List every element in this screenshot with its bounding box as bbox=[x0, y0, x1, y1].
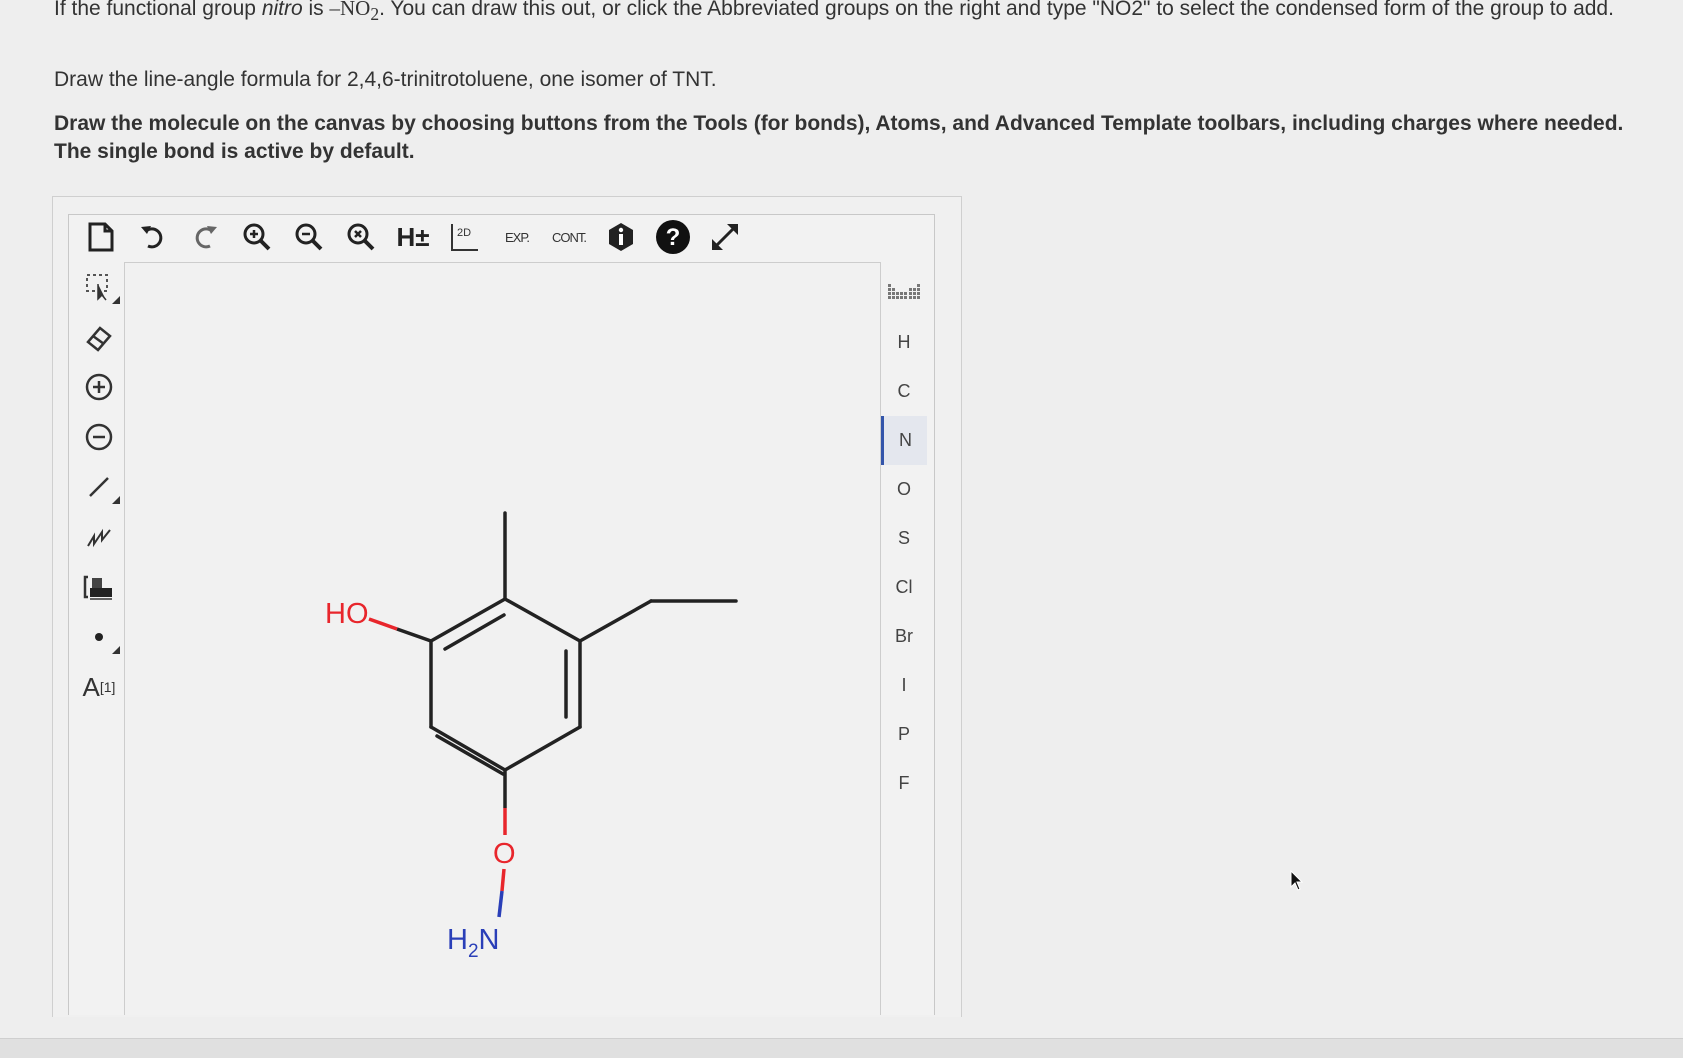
radical-tool-icon[interactable] bbox=[76, 612, 122, 662]
double-bond-inner bbox=[443, 613, 506, 651]
atom-button-h[interactable]: H bbox=[881, 318, 927, 367]
clean-2d-button[interactable]: 2D bbox=[444, 216, 486, 258]
question-intro: If the functional group nitro is –NO2. Y… bbox=[54, 0, 1654, 29]
atom-button-c[interactable]: C bbox=[881, 367, 927, 416]
top-toolbar: H± 2D EXP. CONT. ? bbox=[80, 212, 746, 262]
zoom-out-icon[interactable] bbox=[288, 216, 330, 258]
question-prompt: Draw the line-angle formula for 2,4,6-tr… bbox=[54, 68, 717, 91]
submenu-indicator-icon bbox=[112, 296, 120, 304]
o-n-bond bbox=[500, 868, 506, 892]
intro-text-3: . You can draw this out, or click the Ab… bbox=[379, 0, 1614, 20]
contract-button[interactable]: CONT. bbox=[548, 216, 590, 258]
oxygen-bond bbox=[368, 617, 398, 631]
zoom-in-icon[interactable] bbox=[236, 216, 278, 258]
submenu-indicator-icon bbox=[112, 496, 120, 504]
undo-icon[interactable] bbox=[132, 216, 174, 258]
atom-button-i[interactable]: I bbox=[881, 661, 927, 710]
ethyl-bond bbox=[578, 599, 653, 643]
svg-text:?: ? bbox=[666, 224, 681, 251]
double-bond-inner bbox=[435, 734, 505, 776]
atom-button-s[interactable]: S bbox=[881, 514, 927, 563]
atom-button-o[interactable]: O bbox=[881, 465, 927, 514]
intro-text-2: is bbox=[302, 0, 330, 20]
atom-button-f[interactable]: F bbox=[881, 759, 927, 808]
atom-button-cl[interactable]: Cl bbox=[881, 563, 927, 612]
question-instructions: Draw the molecule on the canvas by choos… bbox=[54, 112, 1624, 163]
periodic-table-icon[interactable] bbox=[881, 268, 927, 318]
oxygen-label: O bbox=[493, 838, 516, 870]
help-icon[interactable]: ? bbox=[652, 216, 694, 258]
ring-bond bbox=[429, 725, 507, 772]
negative-charge-icon[interactable] bbox=[76, 412, 122, 462]
ring-bond bbox=[503, 725, 582, 772]
mouse-cursor-icon bbox=[1290, 869, 1304, 897]
double-bond-inner bbox=[442, 731, 505, 767]
info-icon[interactable] bbox=[600, 216, 642, 258]
amine-label: H2N bbox=[447, 924, 499, 962]
atom-button-n[interactable]: N bbox=[881, 416, 927, 465]
ring-bond bbox=[503, 597, 582, 643]
single-bond-tool-icon[interactable] bbox=[76, 462, 122, 512]
fullscreen-icon[interactable] bbox=[704, 216, 746, 258]
atoms-toolbar: H C N O S Cl Br I P F bbox=[881, 268, 927, 808]
svg-text:2D: 2D bbox=[457, 227, 471, 239]
eraser-tool-icon[interactable] bbox=[76, 312, 122, 362]
atom-button-br[interactable]: Br bbox=[881, 612, 927, 661]
o-n-bond bbox=[497, 890, 504, 918]
zoom-reset-icon[interactable] bbox=[340, 216, 382, 258]
template-tool-icon[interactable] bbox=[76, 562, 122, 612]
oxygen-bond bbox=[396, 627, 432, 643]
expand-button[interactable]: EXP. bbox=[496, 216, 538, 258]
bottom-bar bbox=[0, 1038, 1683, 1058]
drawing-canvas[interactable]: HO O H2N bbox=[124, 262, 881, 1015]
redo-icon[interactable] bbox=[184, 216, 226, 258]
chain-tool-icon[interactable] bbox=[76, 512, 122, 562]
hydroxyl-label: HO bbox=[325, 598, 369, 630]
left-toolbar: A [1] bbox=[76, 262, 122, 712]
intro-nitro: nitro bbox=[261, 0, 303, 20]
nitro-formula: –NO2 bbox=[329, 0, 380, 25]
new-document-icon[interactable] bbox=[80, 216, 122, 258]
intro-text: If the functional group bbox=[54, 0, 262, 20]
submenu-indicator-icon bbox=[112, 646, 120, 654]
molecule-drawing: HO O H2N bbox=[325, 511, 738, 962]
selection-tool-icon[interactable] bbox=[76, 262, 122, 312]
hydrogen-toggle-button[interactable]: H± bbox=[392, 216, 434, 258]
positive-charge-icon[interactable] bbox=[76, 362, 122, 412]
atom-button-p[interactable]: P bbox=[881, 710, 927, 759]
isotope-tool-button[interactable]: A [1] bbox=[76, 662, 122, 712]
